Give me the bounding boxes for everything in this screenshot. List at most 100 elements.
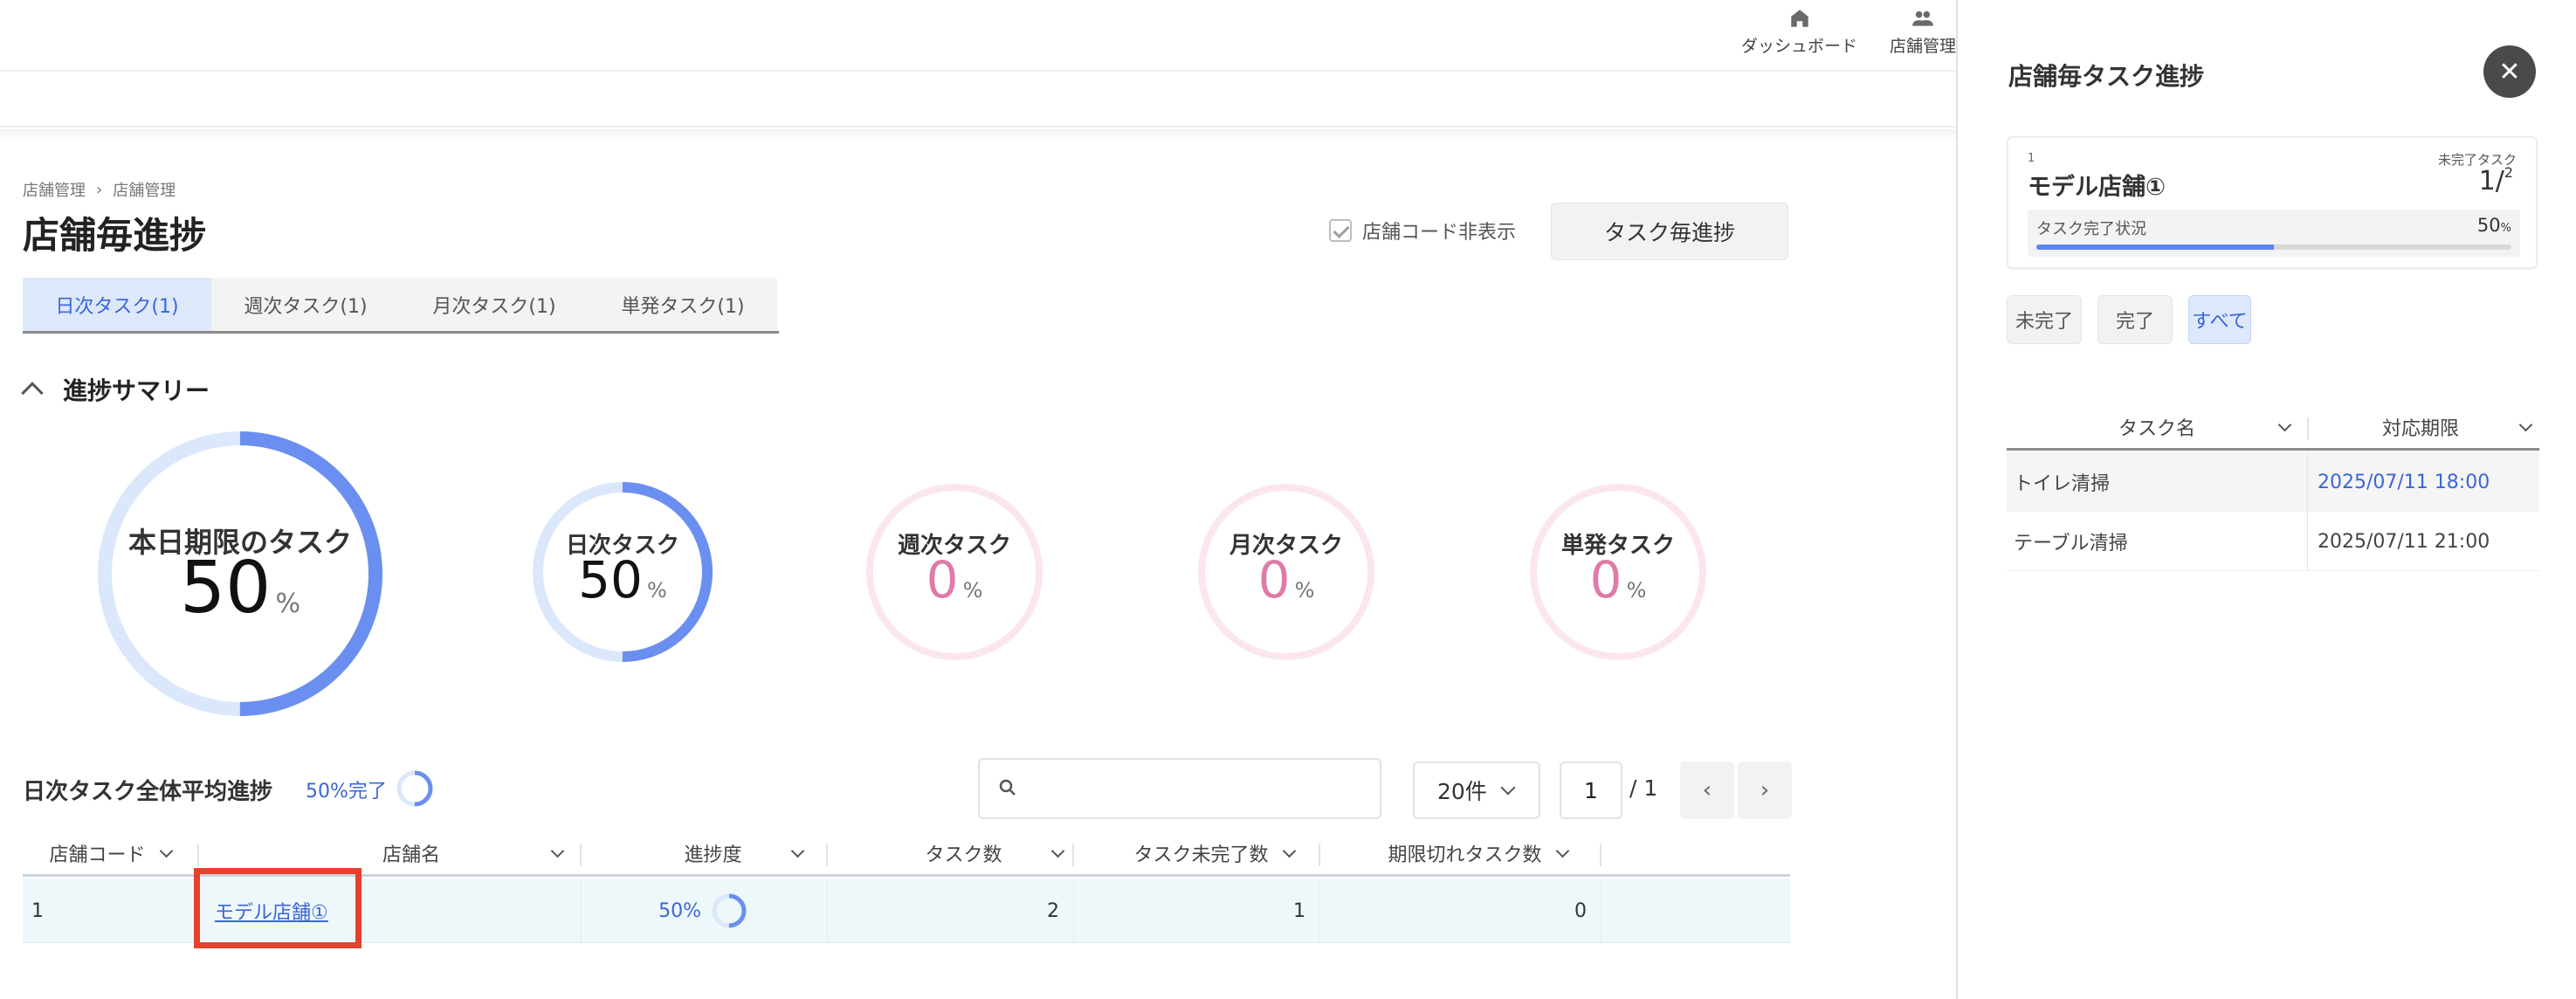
average-progress-title: 日次タスク全体平均進捗 [23,779,273,805]
top-header: ダッシュボード 店舗管理 [0,0,1956,72]
task-row[interactable]: トイレ清掃 2025/07/11 18:00 [2007,452,2539,512]
column-header-label: 対応期限 [2382,418,2460,440]
ring-oneoff-number: 0 [1589,550,1622,610]
ring-weekly: 週次タスク 0 % [864,482,1044,662]
summary-header[interactable]: 進捗サマリー [21,372,210,407]
page-title: 店舗毎進捗 [23,214,207,257]
ring-today-value: 50 % [96,547,384,630]
cell-task-count: 2 [828,878,1074,943]
highlight-annotation [194,868,362,948]
tab-weekly[interactable]: 週次タスク(1) [211,278,400,331]
page-number-input[interactable]: 1 [1560,761,1622,819]
hide-store-code-label: 店舗コード非表示 [1362,222,1517,244]
task-progress-button[interactable]: タスク毎進捗 [1551,203,1788,260]
completion-status-number: 50 [2476,215,2501,236]
column-separator[interactable] [1600,844,1601,866]
average-progress-text: 50%完了 [306,781,387,803]
column-header-label: タスク数 [925,844,1002,866]
page-total: / 1 [1629,775,1658,801]
nav-dashboard-label: ダッシュボード [1741,37,1858,56]
cell-store-code: 1 [23,878,199,943]
task-row[interactable]: テーブル清掃 2025/07/11 21:00 [2007,512,2539,571]
column-header-task-count[interactable]: タスク数 [828,833,1072,873]
hide-store-code-toggle[interactable]: 店舗コード非表示 [1329,217,1516,245]
sub-header [0,73,1956,127]
prev-page-button[interactable]: ‹ [1680,761,1734,819]
cell-incomplete: 1 [1074,878,1320,943]
nav-dashboard[interactable]: ダッシュボード [1741,7,1857,57]
ring-monthly: 月次タスク 0 % [1196,482,1376,662]
chevron-down-icon[interactable] [550,844,565,858]
chevron-down-icon[interactable] [1282,844,1296,858]
nav-store-management-label: 店舗管理 [1890,37,1957,56]
search-icon [999,779,1016,796]
cell-progress-text: 50% [658,899,701,922]
ring-daily-value: 50 % [533,550,713,610]
cell-overdue: 0 [1320,878,1601,943]
home-icon [1790,10,1808,27]
ring-today: 本日期限のタスク 50 % [96,430,384,718]
tab-daily[interactable]: 日次タスク(1) [23,278,211,331]
column-header-task-name[interactable]: タスク名 [2007,407,2307,447]
completion-status-value: 50% [2477,215,2511,236]
per-page-select[interactable]: 20件 [1413,761,1540,819]
column-header-incomplete[interactable]: タスク未完了数 [1074,833,1319,873]
chevron-down-icon[interactable] [2277,417,2292,431]
breadcrumb-item[interactable]: 店舗管理 [23,178,86,201]
incomplete-value: 1/2 [2478,164,2513,196]
breadcrumb-item: 店舗管理 [113,182,176,200]
task-deadline: 2025/07/11 21:00 [2318,530,2490,553]
ring-monthly-number: 0 [1257,550,1291,610]
ring-monthly-unit: % [1294,578,1315,603]
breadcrumb-separator-icon: › [96,180,103,199]
store-name: モデル店舗① [2028,174,2166,201]
ring-today-number: 50 [180,547,272,630]
nav-store-management[interactable]: 店舗管理 [1890,7,1956,57]
close-icon: ✕ [2498,56,2521,87]
column-header-store-code[interactable]: 店舗コード [23,833,197,873]
ring-weekly-number: 0 [926,550,959,610]
summary-title: 進捗サマリー [63,376,210,405]
column-header-label: 進捗度 [684,844,742,866]
filter-complete-button[interactable]: 完了 [2097,295,2173,344]
filter-all-button[interactable]: すべて [2188,295,2251,344]
store-summary-card: 1 モデル店舗① 未完了タスク 1/2 タスク完了状況 50% [2007,136,2538,269]
column-header-deadline[interactable]: 対応期限 [2309,407,2539,447]
hide-store-code-checkbox[interactable] [1329,219,1352,242]
chevron-down-icon[interactable] [790,844,804,858]
ring-oneoff-value: 0 % [1528,550,1708,610]
chevron-down-icon[interactable] [1050,844,1064,858]
task-tabs: 日次タスク(1) 週次タスク(1) 月次タスク(1) 単発タスク(1) [23,278,779,334]
task-deadline: 2025/07/11 18:00 [2318,471,2490,493]
column-header-overdue[interactable]: 期限切れタスク数 [1320,833,1600,873]
column-header-label: 店舗名 [382,844,441,866]
chevron-up-icon[interactable] [21,382,44,404]
task-table-header: タスク名 対応期限 [2007,407,2539,451]
total-count: 2 [2504,164,2513,181]
chevron-down-icon[interactable] [159,844,173,858]
store-task-drawer: 店舗毎タスク進捗 ✕ 1 モデル店舗① 未完了タスク 1/2 タスク完了状況 5… [1956,0,2576,999]
per-page-value: 20件 [1437,779,1487,804]
people-icon [1912,10,1933,26]
average-ring-chart [396,770,433,807]
chevron-down-icon[interactable] [2518,417,2533,431]
completion-progress-fill [2036,245,2274,250]
row-separator [2307,512,2308,571]
drawer-title: 店舗毎タスク進捗 [2008,62,2205,91]
search-input[interactable] [1032,768,1373,810]
search-box[interactable] [978,758,1381,819]
ring-oneoff: 単発タスク 0 % [1528,482,1708,662]
average-progress-ring [395,768,435,812]
row-progress-ring [712,893,747,928]
chevron-down-icon[interactable] [1555,844,1569,858]
completion-status: タスク完了状況 50% [2028,210,2520,257]
close-button[interactable]: ✕ [2483,45,2536,98]
incomplete-count: 1 [2478,166,2496,196]
filter-incomplete-button[interactable]: 未完了 [2007,295,2082,344]
column-header-label: タスク名 [2118,418,2196,440]
next-page-button[interactable]: › [1738,761,1792,819]
column-header-progress[interactable]: 進捗度 [582,833,826,873]
tab-oneoff[interactable]: 単発タスク(1) [589,278,777,331]
header-shadow [0,129,1956,141]
tab-monthly[interactable]: 月次タスク(1) [400,278,589,331]
